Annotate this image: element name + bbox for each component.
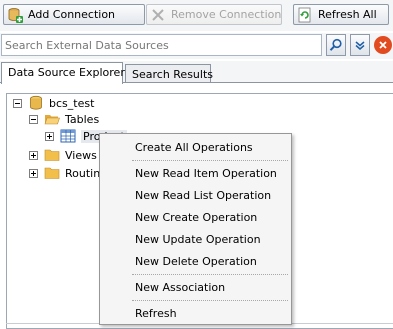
tab-search-results-label: Search Results	[132, 68, 214, 81]
menu-item-new-update-operation[interactable]: New Update Operation	[102, 229, 289, 249]
remove-icon	[152, 8, 164, 21]
tree-node-views[interactable]: Views	[29, 146, 97, 164]
collapse-toggle[interactable]	[29, 114, 38, 124]
menu-item-new-association[interactable]: New Association	[102, 277, 289, 297]
menu-item-refresh[interactable]: Refresh	[102, 303, 289, 323]
remove-connection-label: Remove Connection	[171, 8, 282, 21]
menu-item-label: New Update Operation	[135, 232, 261, 246]
table-icon	[60, 129, 76, 143]
menu-item-label: New Delete Operation	[135, 254, 257, 268]
menu-item-new-create-operation[interactable]: New Create Operation	[102, 207, 289, 227]
tree-node-tables-label: Tables	[65, 112, 100, 126]
database-icon	[30, 95, 42, 110]
add-connection-button[interactable]: Add Connection	[3, 4, 145, 25]
clear-search-button[interactable]	[374, 36, 392, 54]
menu-separator	[132, 274, 288, 275]
chevron-down-icon	[355, 41, 365, 50]
menu-item-label: New Read Item Operation	[135, 166, 277, 180]
expand-toggle[interactable]	[29, 150, 38, 160]
tab-data-source-explorer[interactable]: Data Source Explorer	[1, 62, 125, 84]
menu-separator	[132, 160, 288, 161]
menu-item-label: New Read List Operation	[135, 188, 272, 202]
toolbar: Add Connection Remove Connection Refresh…	[0, 0, 393, 31]
search-button[interactable]	[326, 34, 346, 56]
remove-connection-button[interactable]: Remove Connection	[146, 4, 282, 25]
menu-item-new-delete-operation[interactable]: New Delete Operation	[102, 251, 289, 271]
tab-data-source-explorer-label: Data Source Explorer	[8, 66, 125, 79]
menu-item-label: Refresh	[135, 306, 177, 320]
collapse-toggle[interactable]	[13, 98, 22, 108]
search-icon	[329, 38, 342, 51]
menu-separator	[132, 300, 288, 301]
context-menu: Create All Operations New Read Item Oper…	[99, 133, 292, 325]
tree-node-tables[interactable]: Tables	[29, 110, 99, 128]
expand-toggle[interactable]	[45, 131, 54, 141]
refresh-icon	[298, 7, 311, 22]
search-bar	[0, 33, 393, 59]
add-connection-icon	[8, 7, 23, 23]
tab-search-results[interactable]: Search Results	[125, 64, 214, 83]
menu-item-new-read-item-operation[interactable]: New Read Item Operation	[102, 163, 289, 183]
folder-icon	[44, 167, 60, 179]
menu-item-label: Create All Operations	[135, 140, 253, 154]
menu-item-create-all-operations[interactable]: Create All Operations	[102, 137, 289, 157]
menu-item-label: New Association	[135, 280, 226, 294]
menu-item-label: New Create Operation	[135, 210, 258, 224]
close-icon	[379, 41, 387, 49]
tree-node-views-label: Views	[65, 148, 97, 162]
tree-node-root-label: bcs_test	[49, 96, 95, 110]
menu-item-new-read-list-operation[interactable]: New Read List Operation	[102, 185, 289, 205]
tab-strip: Data Source Explorer Search Results	[0, 61, 393, 84]
refresh-all-label: Refresh All	[318, 8, 377, 21]
search-options-button[interactable]	[350, 34, 370, 56]
open-folder-icon	[44, 115, 60, 125]
folder-icon	[44, 149, 60, 161]
expand-toggle[interactable]	[29, 168, 38, 178]
search-input[interactable]	[1, 34, 322, 56]
refresh-all-button[interactable]: Refresh All	[293, 4, 389, 25]
add-connection-label: Add Connection	[28, 8, 116, 21]
